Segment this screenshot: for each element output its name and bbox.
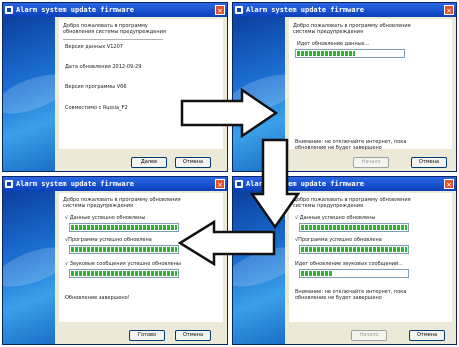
arrow-right-icon [180, 88, 279, 138]
side-banner [3, 191, 55, 344]
content-panel: Добро пожаловать в программу обновления … [289, 19, 452, 151]
arrow-left-icon [178, 220, 276, 266]
warning-text: Внимание: не отключайте интернет, пока о… [295, 289, 407, 301]
progress-fill [71, 247, 177, 252]
separator [63, 39, 163, 40]
progress-fill [301, 247, 407, 252]
status-line-program: √Программа успешно обновлена [295, 237, 382, 243]
close-icon[interactable]: ✕ [444, 179, 454, 189]
window-title: Alarm system update firmware [16, 180, 135, 188]
close-icon[interactable]: ✕ [215, 5, 225, 15]
info-compatible: Совместимо с Russia_F2 [65, 105, 128, 111]
content-panel: Добро пожаловать в программу обновления … [289, 193, 452, 322]
start-button[interactable]: Начало [351, 330, 387, 341]
progress-bar-sound [299, 269, 409, 278]
done-button[interactable]: Готово [129, 330, 165, 341]
window-info: Alarm system update firmware ✕ Добро пожа… [2, 2, 228, 172]
progress-bar-data [299, 223, 409, 232]
progress-bar-sound [69, 269, 179, 278]
close-icon[interactable]: ✕ [444, 5, 454, 15]
welcome-text: Добро пожаловать в программу обновления … [293, 23, 411, 35]
title-bar[interactable]: Alarm system update firmware ✕ [3, 3, 227, 17]
cancel-button[interactable]: Отмена [409, 330, 445, 341]
app-icon [5, 180, 13, 188]
welcome-text: Добро пожаловать в программу обновления … [63, 23, 166, 35]
close-icon[interactable]: ✕ [215, 179, 225, 189]
window-title: Alarm system update firmware [16, 6, 135, 14]
progress-bar-data [69, 223, 179, 232]
cancel-button[interactable]: Отмена [411, 157, 447, 168]
info-version: Версия данных V1207 [65, 44, 123, 50]
arrow-down-icon [250, 138, 300, 230]
progress-fill [71, 225, 177, 230]
progress-fill [301, 225, 407, 230]
cancel-button[interactable]: Отмена [175, 157, 211, 168]
progress-bar-program [69, 245, 179, 254]
status-text: Идет обновление данных... [297, 41, 370, 47]
app-icon [235, 180, 243, 188]
info-program: Версия программы V66 [65, 84, 127, 90]
next-button[interactable]: Далее [131, 157, 167, 168]
progress-fill [71, 271, 177, 276]
welcome-text: Добро пожаловать в программу обновления … [63, 197, 181, 209]
done-text: Обновление завершено! [65, 295, 130, 301]
progress-fill [297, 51, 356, 56]
app-icon [5, 6, 13, 14]
status-text: Идет обновление звуковых сообщений... [295, 261, 404, 267]
warning-text: Внимание: не отключайте интернет, пока о… [295, 139, 407, 151]
side-banner [3, 17, 55, 171]
progress-fill [301, 271, 333, 276]
progress-bar-program [299, 245, 409, 254]
info-date: Дата обновления 2012-09-29 [65, 64, 142, 70]
app-icon [235, 6, 243, 14]
window-title: Alarm system update firmware [246, 6, 365, 14]
title-bar[interactable]: Alarm system update firmware ✕ [3, 177, 227, 191]
title-bar[interactable]: Alarm system update firmware ✕ [233, 3, 456, 17]
status-line-data: √ Данные успешно обновлены [295, 215, 376, 221]
progress-bar [295, 49, 405, 58]
start-button[interactable]: Начало [353, 157, 389, 168]
cancel-button[interactable]: Отмена [175, 330, 211, 341]
welcome-text: Добро пожаловать в программу обновления … [293, 197, 411, 209]
